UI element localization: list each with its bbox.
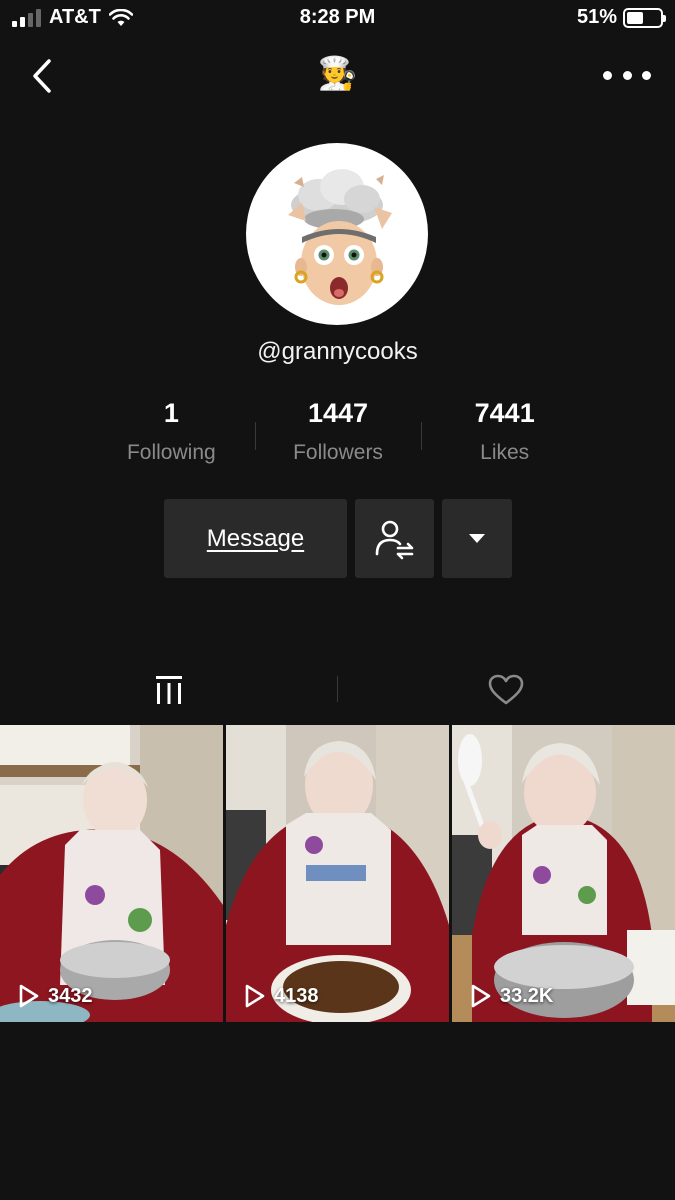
username: @grannycooks — [257, 338, 418, 365]
dropdown-triangle-icon — [469, 534, 485, 543]
tab-liked[interactable] — [338, 660, 675, 720]
avatar[interactable] — [246, 143, 428, 325]
chef-emoji-title: 🧑‍🍳 — [317, 55, 358, 91]
view-count: 33.2K — [470, 984, 553, 1008]
stat-value: 1 — [163, 398, 179, 428]
video-thumbnail-image — [226, 725, 449, 1022]
more-options-button[interactable] — [603, 60, 651, 90]
play-icon — [471, 984, 491, 1008]
message-button[interactable]: Message — [164, 499, 347, 578]
ellipsis-dot — [642, 70, 651, 80]
profile-actions: Message — [164, 499, 512, 578]
video-thumbnail[interactable]: 33.2K — [452, 725, 675, 1022]
user-follow-swap-icon — [375, 520, 413, 559]
battery-percent: 51% — [576, 6, 617, 28]
status-bar: AT&T 8:28 PM 51% — [0, 0, 675, 36]
play-icon — [19, 984, 39, 1008]
heart-icon — [488, 674, 524, 705]
tab-divider — [337, 676, 338, 702]
stat-label: Followers — [293, 441, 383, 464]
video-thumbnail-image — [452, 725, 675, 1022]
view-count-value: 33.2K — [500, 984, 554, 1007]
status-time: 8:28 PM — [299, 6, 376, 28]
mind-blown-memoji-icon — [288, 169, 392, 305]
view-count: 4138 — [244, 984, 319, 1008]
stat-likes[interactable]: 7441 Likes — [421, 398, 588, 478]
ellipsis-dot — [622, 70, 632, 80]
status-right: 51% — [576, 6, 666, 29]
tab-videos[interactable] — [0, 660, 338, 720]
stat-following[interactable]: 1 Following — [88, 398, 255, 478]
stat-followers[interactable]: 1447 Followers — [254, 398, 422, 478]
top-nav: 🧑‍🍳 — [0, 50, 675, 102]
video-thumbnail-image — [0, 725, 223, 1022]
stat-label: Following — [126, 441, 216, 464]
stat-value: 7441 — [474, 398, 535, 428]
more-profile-button[interactable] — [442, 499, 512, 578]
video-thumbnail[interactable]: 4138 — [226, 725, 449, 1022]
battery-icon — [623, 7, 666, 28]
battery-fill — [627, 11, 644, 24]
play-icon — [245, 984, 265, 1008]
view-count-value: 3432 — [48, 984, 93, 1007]
stat-label: Likes — [480, 441, 530, 464]
stat-value: 1447 — [307, 398, 369, 428]
profile-stats: 1 Following 1447 Followers 7441 Likes — [88, 398, 588, 478]
videos-grid-icon — [155, 676, 182, 704]
view-count-value: 4138 — [274, 984, 319, 1007]
follow-toggle-button[interactable] — [355, 499, 434, 578]
video-grid: 3432 4138 33.2K — [0, 725, 675, 1022]
video-thumbnail[interactable]: 3432 — [0, 725, 223, 1022]
view-count: 3432 — [18, 984, 93, 1008]
ellipsis-dot — [603, 70, 612, 80]
